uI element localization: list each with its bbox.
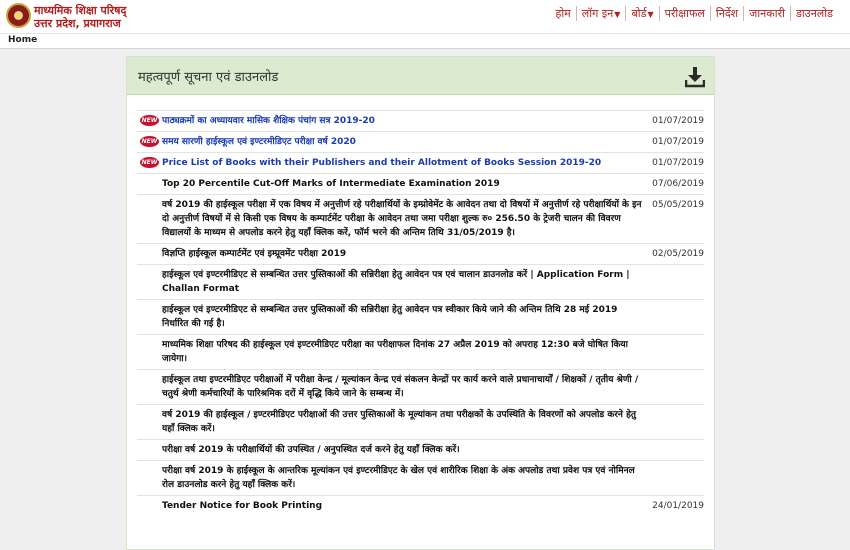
notice-row[interactable]: NEW पाठ्यक्रमों का अध्यायवार मासिक शैक्षि…: [137, 110, 704, 131]
notice-list: NEW पाठ्यक्रमों का अध्यायवार मासिक शैक्षि…: [137, 110, 704, 516]
notice-row[interactable]: NEW Price List of Books with their Publis…: [137, 152, 704, 173]
nav-item-label: निर्देश: [715, 7, 739, 20]
notice-title[interactable]: Price List of Books with their Publisher…: [162, 156, 704, 170]
notice-text: हाईस्कूल एवं इण्टरमीडिएट से सम्बन्धित उत…: [162, 270, 528, 280]
notice-title[interactable]: समय सारणी हाईस्कूल एवं इण्टरमीडिएट परीक्…: [162, 135, 704, 149]
notice-text: विज्ञप्ति हाईस्कूल कम्पार्टमेंट एवं इम्प…: [162, 249, 347, 259]
notice-row[interactable]: विज्ञप्ति हाईस्कूल कम्पार्टमेंट एवं इम्प…: [137, 243, 704, 264]
notice-title[interactable]: हाईस्कूल एवं इण्टरमीडिएट से सम्बन्धित उत…: [162, 303, 704, 331]
nav-item-label: होम: [555, 7, 571, 20]
notice-row[interactable]: हाईस्कूल एवं इण्टरमीडिएट से सम्बन्धित उत…: [137, 299, 704, 334]
notice-title[interactable]: Tender Notice for Book Printing: [162, 499, 704, 513]
notice-text: Top 20 Percentile Cut-Off Marks of Inter…: [162, 179, 500, 189]
notice-row[interactable]: वर्ष 2019 की हाईस्कूल / इण्टरमीडिएट परीक…: [137, 404, 704, 439]
notice-text: Tender Notice for Book Printing: [162, 501, 323, 511]
notice-row[interactable]: हाईस्कूल तथा इण्टरमीडिएट परीक्षाओं में प…: [137, 369, 704, 404]
top-header: माध्यमिक शिक्षा परिषद् उत्तर प्रदेश, प्र…: [0, 0, 850, 33]
panel-title: महत्वपूर्ण सूचना एवं डाउनलोड: [138, 70, 279, 85]
panel-header: महत्वपूर्ण सूचना एवं डाउनलोड: [127, 57, 714, 95]
board-logo-icon[interactable]: [6, 3, 31, 28]
notice-date: 07/06/2019: [652, 179, 704, 189]
download-icon[interactable]: [685, 66, 705, 88]
notice-title[interactable]: विज्ञप्ति हाईस्कूल कम्पार्टमेंट एवं इम्प…: [162, 247, 704, 261]
nav-item-label: बोर्ड: [631, 7, 647, 20]
notice-row[interactable]: माध्यमिक शिक्षा परिषद की हाईस्कूल एवं इण…: [137, 334, 704, 369]
notice-text: हाईस्कूल तथा इण्टरमीडिएट परीक्षाओं में प…: [162, 375, 639, 399]
notice-text: Price List of Books with their Publisher…: [162, 158, 602, 168]
notice-title[interactable]: हाईस्कूल एवं इण्टरमीडिएट से सम्बन्धित उत…: [162, 268, 704, 296]
notice-row[interactable]: Top 20 Percentile Cut-Off Marks of Inter…: [137, 173, 704, 194]
nav-item-label: जानकारी: [749, 7, 785, 20]
notice-title[interactable]: परीक्षा वर्ष 2019 के परीक्षार्थियों की उ…: [162, 443, 704, 457]
breadcrumb-home[interactable]: Home: [8, 35, 37, 45]
notice-row[interactable]: NEW समय सारणी हाईस्कूल एवं इण्टरमीडिएट पर…: [137, 131, 704, 152]
notice-text: पाठ्यक्रमों का अध्यायवार मासिक शैक्षिक प…: [162, 116, 375, 126]
notice-date: 05/05/2019: [652, 200, 704, 210]
new-badge-icon: NEW: [140, 157, 159, 168]
notice-text: परीक्षा वर्ष 2019 के हाईस्कूल के आन्तरिक…: [162, 466, 635, 490]
notice-panel: महत्वपूर्ण सूचना एवं डाउनलोड NEW पाठ्यक्र…: [126, 56, 715, 550]
notice-text: वर्ष 2019 की हाईस्कूल / इण्टरमीडिएट परीक…: [162, 410, 636, 434]
new-badge-icon: NEW: [140, 115, 159, 126]
notice-row[interactable]: Tender Notice for Book Printing 24/01/201…: [137, 495, 704, 516]
notice-text: हाईस्कूल एवं इण्टरमीडिएट से सम्बन्धित उत…: [162, 305, 618, 329]
notice-title[interactable]: हाईस्कूल तथा इण्टरमीडिएट परीक्षाओं में प…: [162, 373, 704, 401]
notice-row[interactable]: वर्ष 2019 की हाईस्कूल परीक्षा में एक विष…: [137, 194, 704, 243]
notice-date: 02/05/2019: [652, 249, 704, 259]
org-name-line2: उत्तर प्रदेश, प्रयागराज: [34, 17, 121, 30]
nav-item-label: डाउनलोड: [795, 7, 833, 20]
nav-item-6[interactable]: डाउनलोड: [791, 6, 838, 21]
notice-date: 24/01/2019: [652, 501, 704, 511]
nav-item-0[interactable]: होम: [550, 6, 577, 21]
notice-title[interactable]: वर्ष 2019 की हाईस्कूल / इण्टरमीडिएट परीक…: [162, 408, 704, 436]
notice-text: परीक्षा वर्ष 2019 के परीक्षार्थियों की उ…: [162, 445, 460, 455]
chevron-down-icon: ▼: [647, 10, 654, 19]
notice-title[interactable]: माध्यमिक शिक्षा परिषद की हाईस्कूल एवं इण…: [162, 338, 704, 366]
notice-title[interactable]: परीक्षा वर्ष 2019 के हाईस्कूल के आन्तरिक…: [162, 464, 704, 492]
notice-date: 01/07/2019: [652, 137, 704, 147]
nav-item-label: परीक्षाफल: [664, 7, 705, 20]
new-badge-icon: NEW: [140, 136, 159, 147]
notice-row[interactable]: हाईस्कूल एवं इण्टरमीडिएट से सम्बन्धित उत…: [137, 264, 704, 299]
nav-item-2[interactable]: बोर्ड▼: [626, 6, 660, 21]
notice-text: माध्यमिक शिक्षा परिषद की हाईस्कूल एवं इण…: [162, 340, 628, 364]
notice-text: समय सारणी हाईस्कूल एवं इण्टरमीडिएट परीक्…: [162, 137, 356, 147]
chevron-down-icon: ▼: [614, 10, 621, 19]
nav-item-1[interactable]: लॉग इन▼: [577, 6, 627, 21]
breadcrumb: Home: [0, 33, 850, 49]
notice-date: 01/07/2019: [652, 116, 704, 126]
notice-row[interactable]: परीक्षा वर्ष 2019 के हाईस्कूल के आन्तरिक…: [137, 460, 704, 495]
nav-item-label: लॉग इन: [581, 7, 614, 20]
nav-item-4[interactable]: निर्देश: [711, 6, 745, 21]
nav-item-3[interactable]: परीक्षाफल: [660, 6, 711, 21]
main-nav: होम लॉग इन▼ बोर्ड▼ परीक्षाफल निर्देश जानकारी ड…: [550, 6, 838, 21]
notice-title[interactable]: पाठ्यक्रमों का अध्यायवार मासिक शैक्षिक प…: [162, 114, 704, 128]
notice-title[interactable]: Top 20 Percentile Cut-Off Marks of Inter…: [162, 177, 704, 191]
notice-title[interactable]: वर्ष 2019 की हाईस्कूल परीक्षा में एक विष…: [162, 198, 704, 240]
notice-date: 01/07/2019: [652, 158, 704, 168]
notice-row[interactable]: परीक्षा वर्ष 2019 के परीक्षार्थियों की उ…: [137, 439, 704, 460]
nav-item-5[interactable]: जानकारी: [744, 6, 791, 21]
notice-text: वर्ष 2019 की हाईस्कूल परीक्षा में एक विष…: [162, 200, 642, 238]
